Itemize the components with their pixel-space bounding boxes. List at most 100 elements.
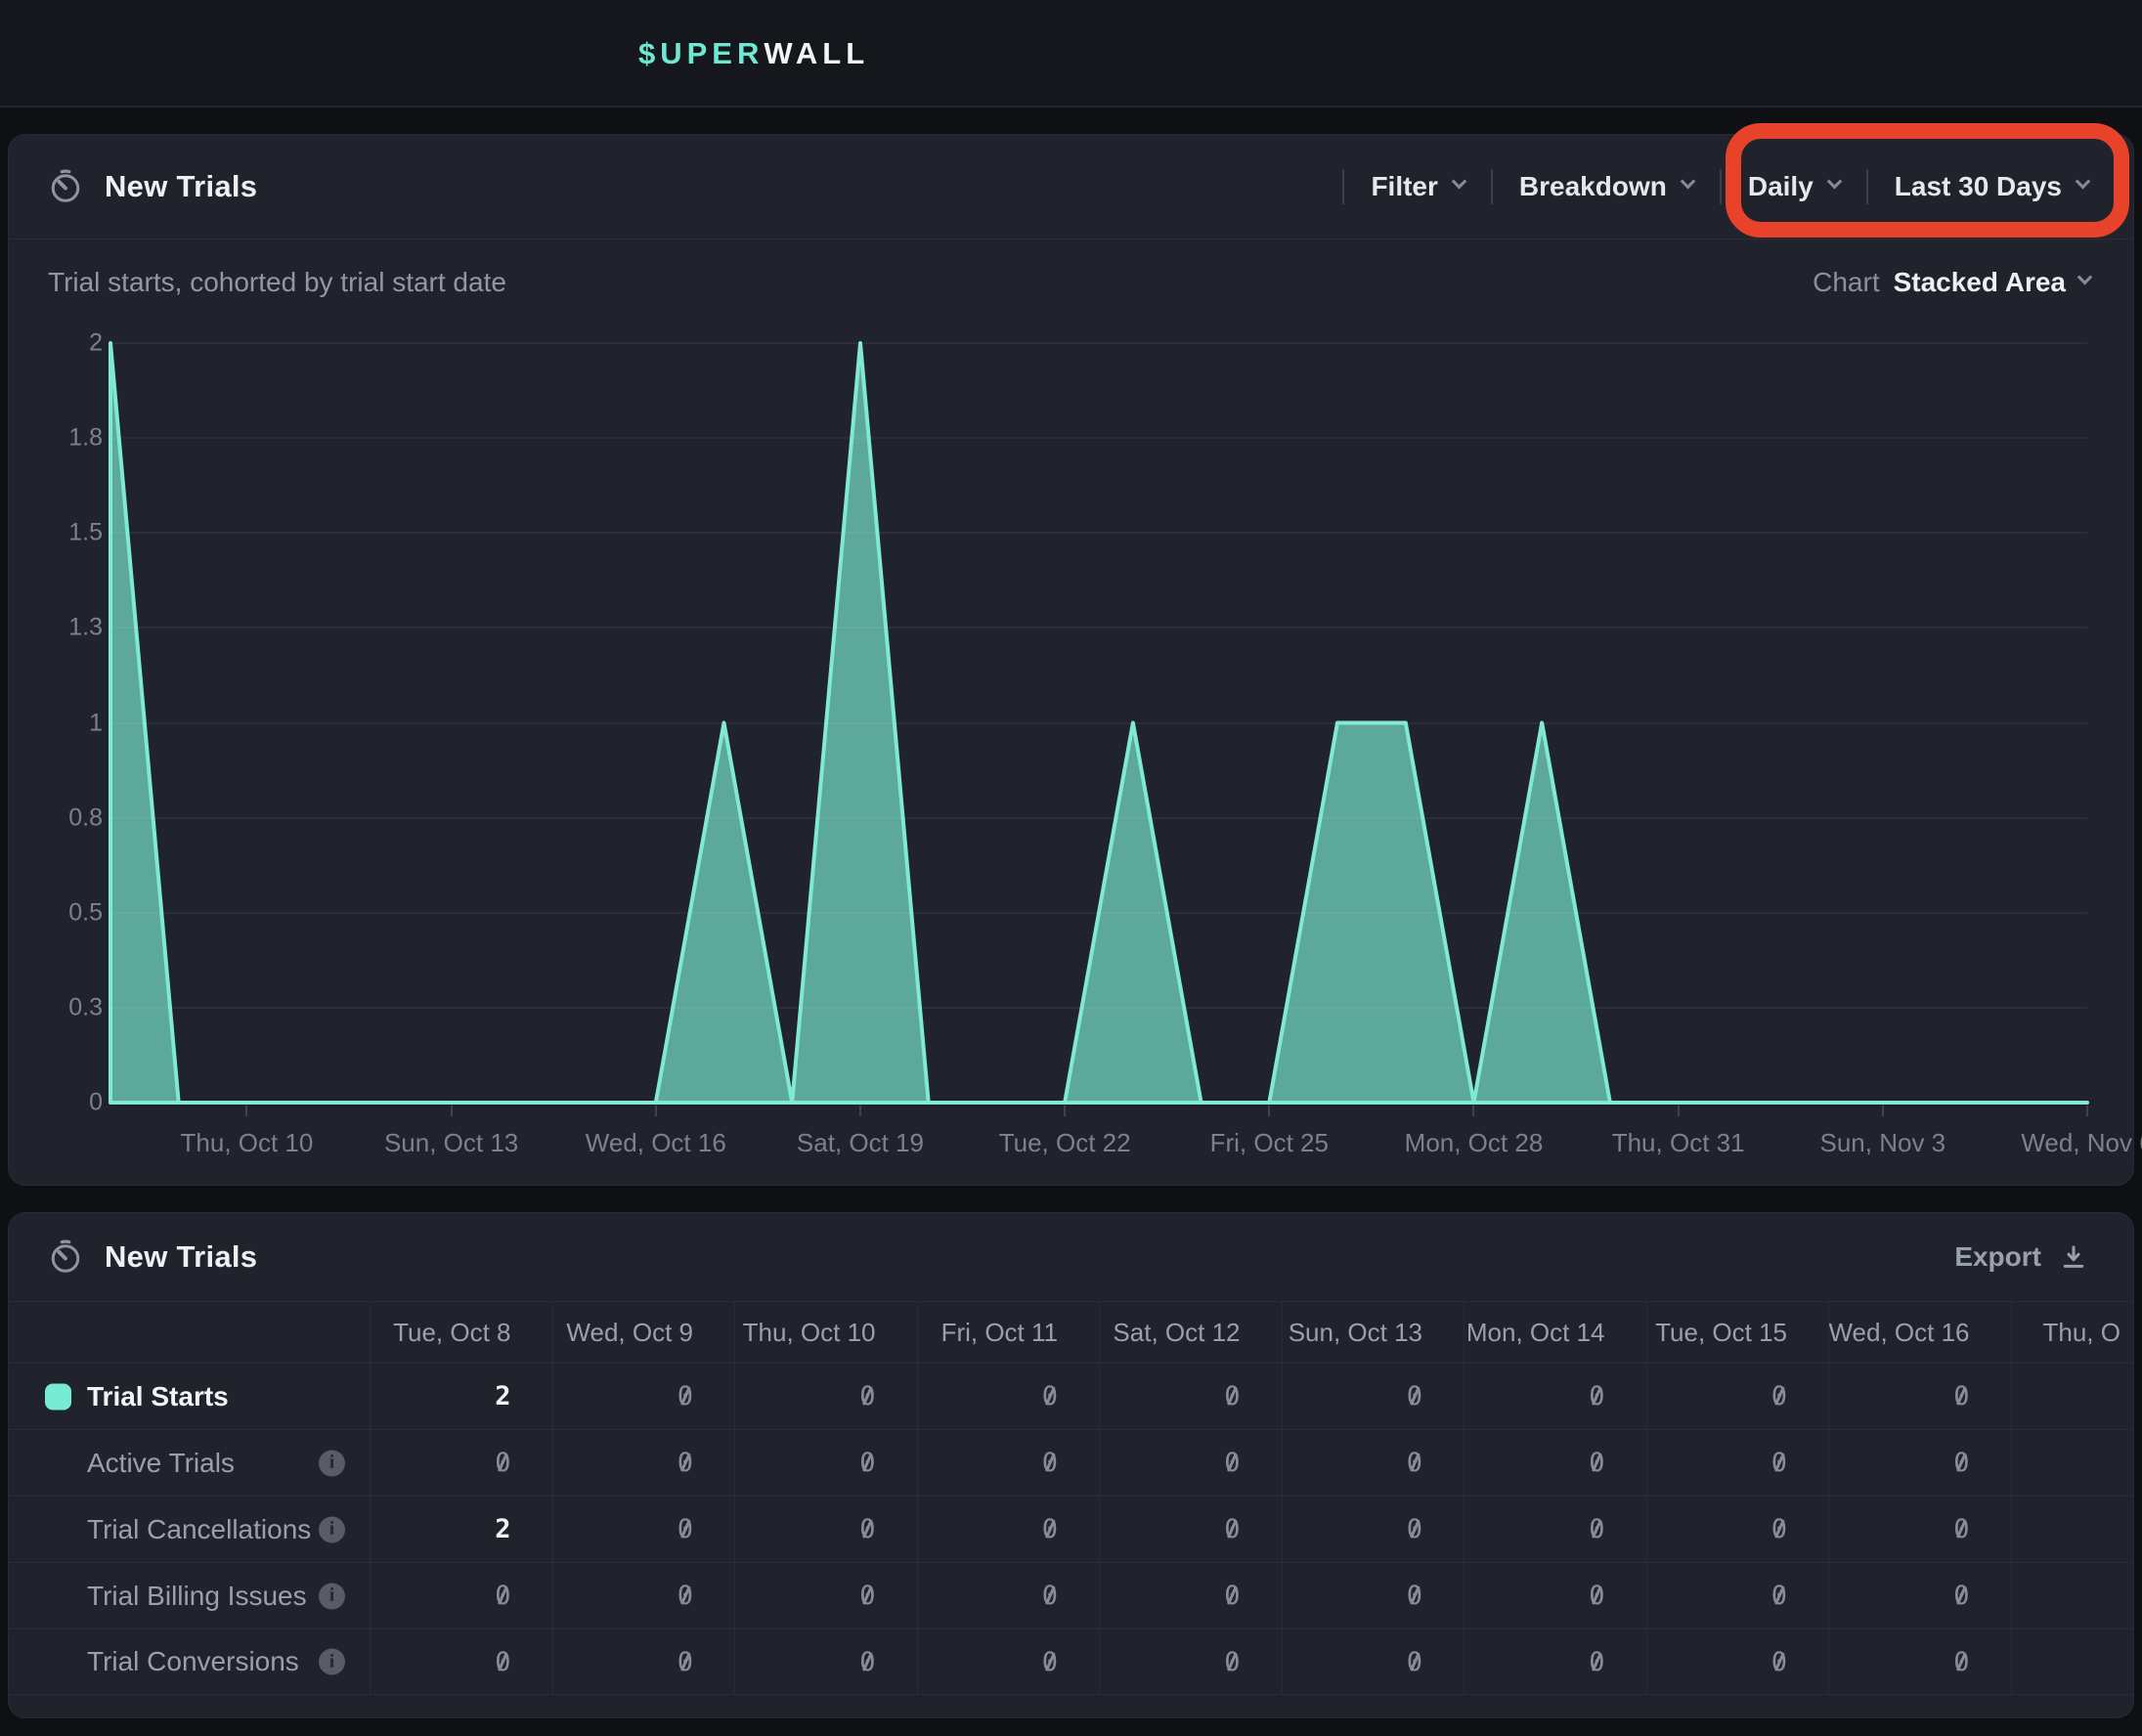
breakdown-dropdown[interactable]: Breakdown [1519, 171, 1693, 202]
value-cell: 0 [1099, 1563, 1282, 1628]
cell-value: 0 [678, 1381, 693, 1411]
column-header-label: Wed, Oct 9 [566, 1318, 693, 1348]
table-header-cell: Sat, Oct 12 [1099, 1302, 1282, 1363]
date-range-dropdown[interactable]: Last 30 Days [1895, 171, 2088, 202]
table-header-cell: Wed, Oct 9 [552, 1302, 735, 1363]
chart-controls: Filter Breakdown Daily Last 30 Days [1316, 169, 2088, 204]
x-tick-mark [2086, 1106, 2088, 1116]
info-icon[interactable]: i [319, 1450, 345, 1476]
table-card-header: New Trials Export [9, 1213, 2133, 1301]
table-header-cell: Wed, Oct 16 [1828, 1302, 2011, 1363]
info-icon[interactable]: i [319, 1583, 345, 1609]
cell-value: 0 [1042, 1381, 1058, 1411]
value-cell: 0 [1464, 1364, 1646, 1429]
y-tick-label: 2 [89, 329, 103, 358]
chevron-down-icon [1452, 173, 1467, 189]
cell-value: 0 [1589, 1381, 1604, 1411]
table-header-cell: Thu, Oct 10 [734, 1302, 917, 1363]
cell-value: 0 [1589, 1514, 1604, 1544]
table-row: Trial Billing Issuesi000000000 [9, 1562, 2133, 1628]
value-cell: 0 [552, 1430, 735, 1496]
value-cell: 0 [734, 1364, 917, 1429]
cell-value: 0 [1224, 1381, 1240, 1411]
table-header-cell: Fri, Oct 11 [917, 1302, 1100, 1363]
row-label-cell: Trial Conversions i [9, 1629, 370, 1694]
export-button[interactable]: Export [1954, 1241, 2088, 1273]
value-cell: 0 [1099, 1497, 1282, 1562]
x-tick-mark [1268, 1106, 1270, 1116]
chevron-down-icon [1681, 173, 1696, 189]
top-bar: $UPERWALL [0, 0, 2142, 108]
cell-value: 0 [1224, 1647, 1240, 1677]
y-tick-label: 1.5 [68, 519, 103, 547]
chart-subheader: Trial starts, cohorted by trial start da… [48, 260, 2090, 305]
granularity-dropdown[interactable]: Daily [1748, 171, 1840, 202]
value-cell: 0 [917, 1430, 1100, 1496]
value-cell: 0 [552, 1563, 735, 1628]
value-cell: 2 [370, 1497, 552, 1562]
value-cell: 0 [1464, 1629, 1646, 1694]
value-cell: 0 [370, 1430, 552, 1496]
granularity-dropdown-label: Daily [1748, 171, 1814, 202]
table-header-row: Tue, Oct 8 Wed, Oct 9 Thu, Oct 10Fri, Oct … [9, 1301, 2133, 1363]
value-cell: 0 [1646, 1497, 1829, 1562]
filter-dropdown[interactable]: Filter [1371, 171, 1464, 202]
row-label-cell: Trial Starts [9, 1364, 370, 1429]
value-cell: 0 [1464, 1497, 1646, 1562]
chart-card-title: New Trials [105, 169, 257, 204]
column-header-label: Mon, Oct 14 [1466, 1318, 1605, 1348]
value-cell: 0 [1099, 1629, 1282, 1694]
gridline [110, 532, 2087, 534]
row-label: Trial Cancellations [87, 1514, 311, 1545]
value-cell-partial [2011, 1497, 2134, 1562]
new-trials-table-card: New Trials Export Tue, Oct 8 Wed, Oct 9 Th… [8, 1212, 2134, 1718]
y-tick-label: 1 [89, 709, 103, 737]
value-cell: 0 [1282, 1497, 1464, 1562]
value-cell: 0 [370, 1563, 552, 1628]
cell-value: 0 [1953, 1381, 1969, 1411]
chart-type-dropdown[interactable]: Chart Stacked Area [1813, 267, 2090, 298]
info-icon[interactable]: i [319, 1649, 345, 1675]
table-row: Trial Starts200000000 [9, 1363, 2133, 1429]
value-cell: 0 [734, 1497, 917, 1562]
value-cell: 0 [1646, 1629, 1829, 1694]
table-header-cell: Tue, Oct 15 [1646, 1302, 1829, 1363]
chart-subtitle: Trial starts, cohorted by trial start da… [48, 267, 506, 298]
table-header-cell-partial: Thu, O [2011, 1302, 2134, 1363]
value-cell: 0 [552, 1364, 735, 1429]
row-label: Trial Conversions [87, 1646, 299, 1677]
value-cell: 0 [1828, 1629, 2011, 1694]
x-tick-label: Thu, Oct 10 [181, 1128, 314, 1158]
value-cell: 0 [1464, 1563, 1646, 1628]
value-cell: 0 [917, 1497, 1100, 1562]
table-header-cell: Tue, Oct 8 [370, 1302, 552, 1363]
x-tick-mark [859, 1106, 861, 1116]
chart-type-label: Chart [1813, 267, 1879, 298]
plot-area[interactable] [110, 343, 2087, 1103]
superwall-logo: $UPERWALL [638, 0, 869, 108]
cell-value: 0 [678, 1581, 693, 1611]
value-cell: 0 [1282, 1563, 1464, 1628]
cell-value: 0 [859, 1448, 875, 1478]
cell-value: 0 [1407, 1381, 1422, 1411]
table-card-title: New Trials [105, 1239, 257, 1275]
x-tick-mark [451, 1106, 453, 1116]
value-cell: 0 [1828, 1563, 2011, 1628]
value-cell: 0 [1282, 1629, 1464, 1694]
value-cell: 2 [370, 1364, 552, 1429]
date-range-dropdown-label: Last 30 Days [1895, 171, 2062, 202]
timer-icon [48, 169, 83, 204]
x-tick-label: Wed, Oct 16 [586, 1128, 726, 1158]
row-label-cell: Trial Cancellations i [9, 1497, 370, 1562]
y-tick-label: 1.8 [68, 424, 103, 453]
x-tick-mark [1678, 1106, 1680, 1116]
cell-value: 0 [1042, 1514, 1058, 1544]
download-icon [2059, 1242, 2088, 1272]
cell-value: 0 [1224, 1581, 1240, 1611]
cell-value: 0 [859, 1381, 875, 1411]
gridline [110, 722, 2087, 724]
info-icon[interactable]: i [319, 1516, 345, 1542]
row-label: Trial Billing Issues [87, 1581, 307, 1612]
value-cell-partial [2011, 1563, 2134, 1628]
x-tick-mark [1064, 1106, 1066, 1116]
